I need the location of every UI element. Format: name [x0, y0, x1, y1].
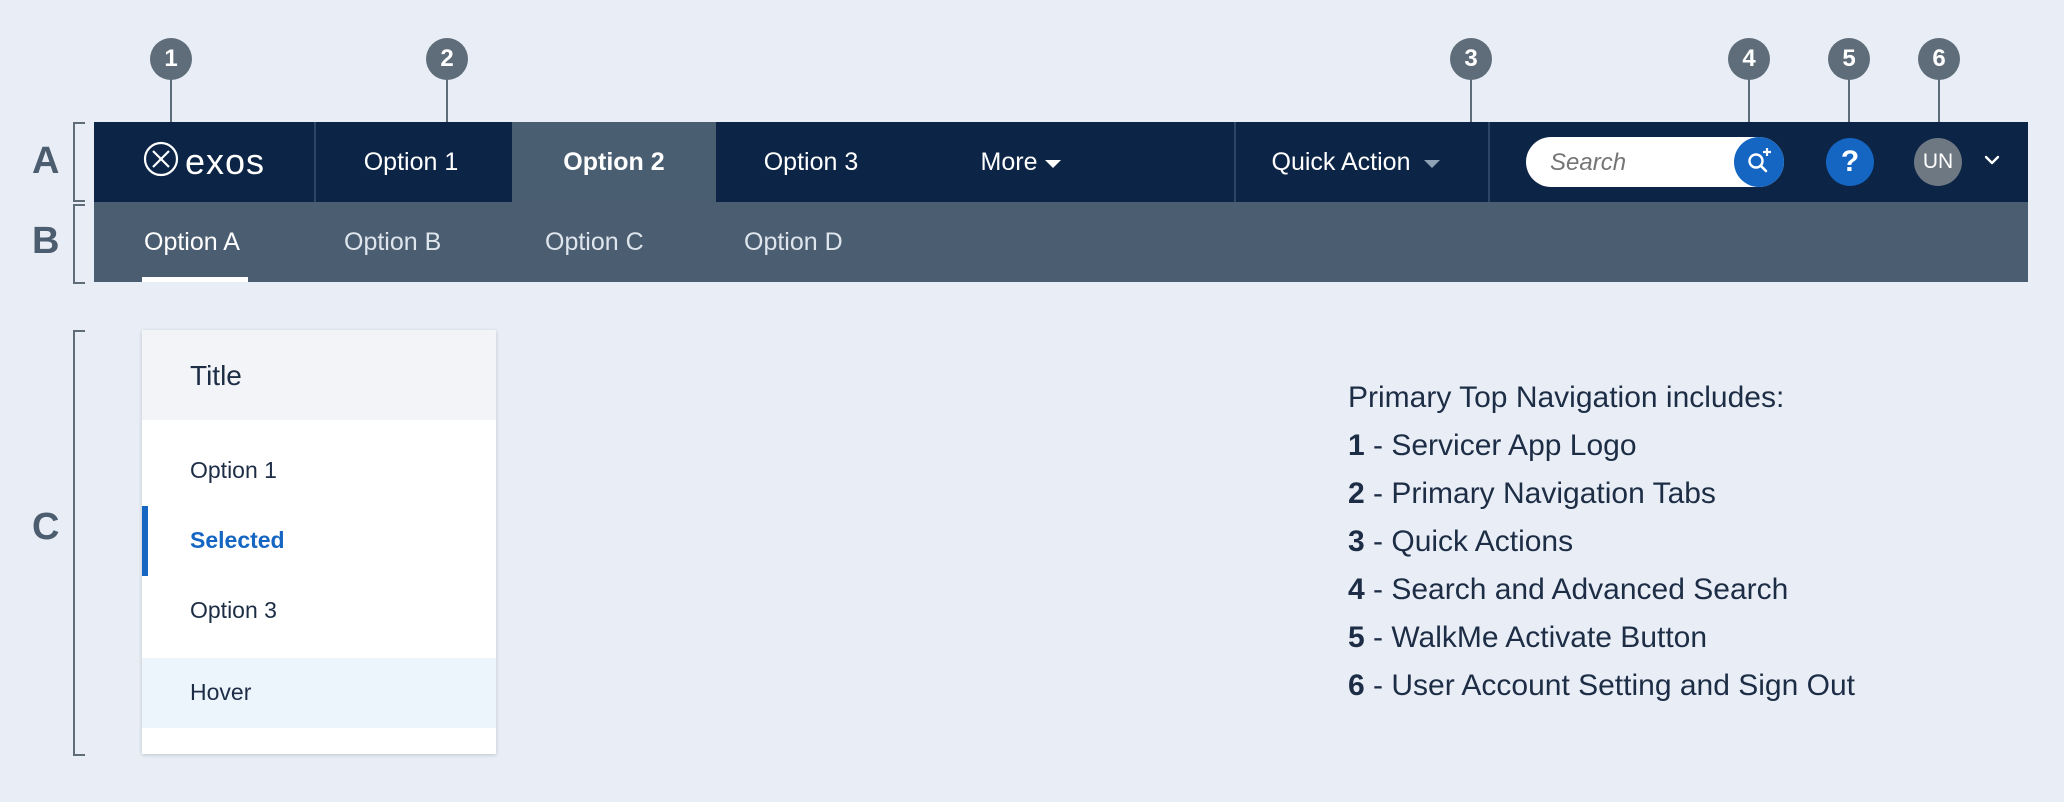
marker-badge-4: 4 — [1728, 38, 1770, 80]
menu-item-hover[interactable]: Hover — [142, 658, 496, 728]
tab-option-b[interactable]: Option B — [344, 202, 441, 282]
legend-number: 2 — [1348, 477, 1365, 510]
marker-badge-1: 1 — [150, 38, 192, 80]
legend-number: 5 — [1348, 621, 1365, 654]
user-avatar[interactable]: UN — [1914, 138, 1962, 186]
legend-number: 4 — [1348, 573, 1365, 606]
search-box — [1526, 137, 1784, 187]
legend-item: 6 - User Account Setting and Sign Out — [1348, 662, 1855, 710]
caret-down-icon — [1045, 160, 1062, 168]
dropdown-menu-card: Title Option 1 Selected Option 3 Hover — [142, 330, 496, 754]
bracket-c — [73, 330, 85, 756]
bracket-a — [73, 122, 85, 202]
marker-line-5 — [1845, 78, 1853, 130]
legend-text: - Primary Navigation Tabs — [1373, 477, 1716, 510]
menu-item-label: Selected — [190, 527, 285, 553]
legend-text: - Servicer App Logo — [1373, 429, 1637, 462]
active-tab-indicator — [142, 277, 248, 282]
legend-item: 1 - Servicer App Logo — [1348, 422, 1855, 470]
legend-text: - Quick Actions — [1373, 525, 1574, 558]
tab-option-a[interactable]: Option A — [144, 202, 240, 282]
menu-item-label: Hover — [190, 679, 252, 705]
marker-badge-6: 6 — [1918, 38, 1960, 80]
menu-title-bar: Title — [142, 330, 496, 420]
menu-item-label: Option 1 — [190, 457, 277, 483]
walkme-help-button[interactable]: ? — [1826, 138, 1874, 186]
bracket-b — [73, 204, 85, 284]
legend-item: 2 - Primary Navigation Tabs — [1348, 470, 1855, 518]
legend-heading: Primary Top Navigation includes: — [1348, 381, 1785, 414]
primary-navigation-bar: exos Option 1 Option 2 Option 3 More Qui… — [94, 122, 2028, 202]
tab-option-2-active[interactable]: Option 2 — [512, 122, 716, 202]
row-label-b: B — [32, 220, 60, 262]
menu-item-option-1[interactable]: Option 1 — [142, 436, 496, 506]
caret-down-icon — [1424, 160, 1441, 168]
tab-option-3[interactable]: Option 3 — [716, 122, 906, 202]
marker-line-3 — [1467, 78, 1475, 130]
quick-action-label: Quick Action — [1271, 147, 1411, 176]
app-logo[interactable]: exos — [94, 122, 314, 202]
menu-item-label: Option 3 — [190, 597, 277, 623]
legend-text: - WalkMe Activate Button — [1373, 621, 1708, 654]
row-label-c: C — [32, 506, 60, 548]
legend-number: 1 — [1348, 429, 1365, 462]
row-label-a: A — [32, 140, 60, 182]
legend: Primary Top Navigation includes: 1 - Ser… — [1348, 374, 1855, 710]
divider — [1488, 122, 1490, 202]
secondary-navigation-bar: Option A Option B Option C Option D — [94, 202, 2028, 282]
search-plus-icon — [1744, 145, 1774, 180]
menu-item-option-3[interactable]: Option 3 — [142, 576, 496, 646]
chevron-down-icon[interactable] — [1982, 150, 2002, 175]
quick-action-button[interactable]: Quick Action — [1236, 122, 1476, 202]
marker-line-4 — [1745, 78, 1753, 130]
tab-option-d[interactable]: Option D — [744, 202, 843, 282]
logo-mark-icon — [143, 141, 179, 184]
tab-option-1[interactable]: Option 1 — [316, 122, 506, 202]
legend-text: - Search and Advanced Search — [1373, 573, 1789, 606]
advanced-search-button[interactable] — [1734, 137, 1784, 187]
selected-indicator — [142, 506, 148, 576]
legend-item: 5 - WalkMe Activate Button — [1348, 614, 1855, 662]
marker-line-1 — [167, 78, 175, 130]
menu-title: Title — [190, 360, 242, 391]
marker-badge-5: 5 — [1828, 38, 1870, 80]
legend-number: 3 — [1348, 525, 1365, 558]
menu-item-selected[interactable]: Selected — [142, 506, 496, 576]
legend-item: 4 - Search and Advanced Search — [1348, 566, 1855, 614]
marker-line-6 — [1935, 78, 1943, 130]
marker-badge-2: 2 — [426, 38, 468, 80]
logo-text: exos — [184, 141, 266, 182]
tab-option-c[interactable]: Option C — [545, 202, 644, 282]
search-input[interactable] — [1548, 145, 1732, 181]
more-menu-button[interactable]: More — [936, 122, 1106, 202]
more-label: More — [980, 147, 1038, 176]
legend-number: 6 — [1348, 669, 1365, 702]
legend-text: - User Account Setting and Sign Out — [1373, 669, 1855, 702]
marker-line-2 — [443, 78, 451, 130]
marker-badge-3: 3 — [1450, 38, 1492, 80]
legend-item: 3 - Quick Actions — [1348, 518, 1855, 566]
